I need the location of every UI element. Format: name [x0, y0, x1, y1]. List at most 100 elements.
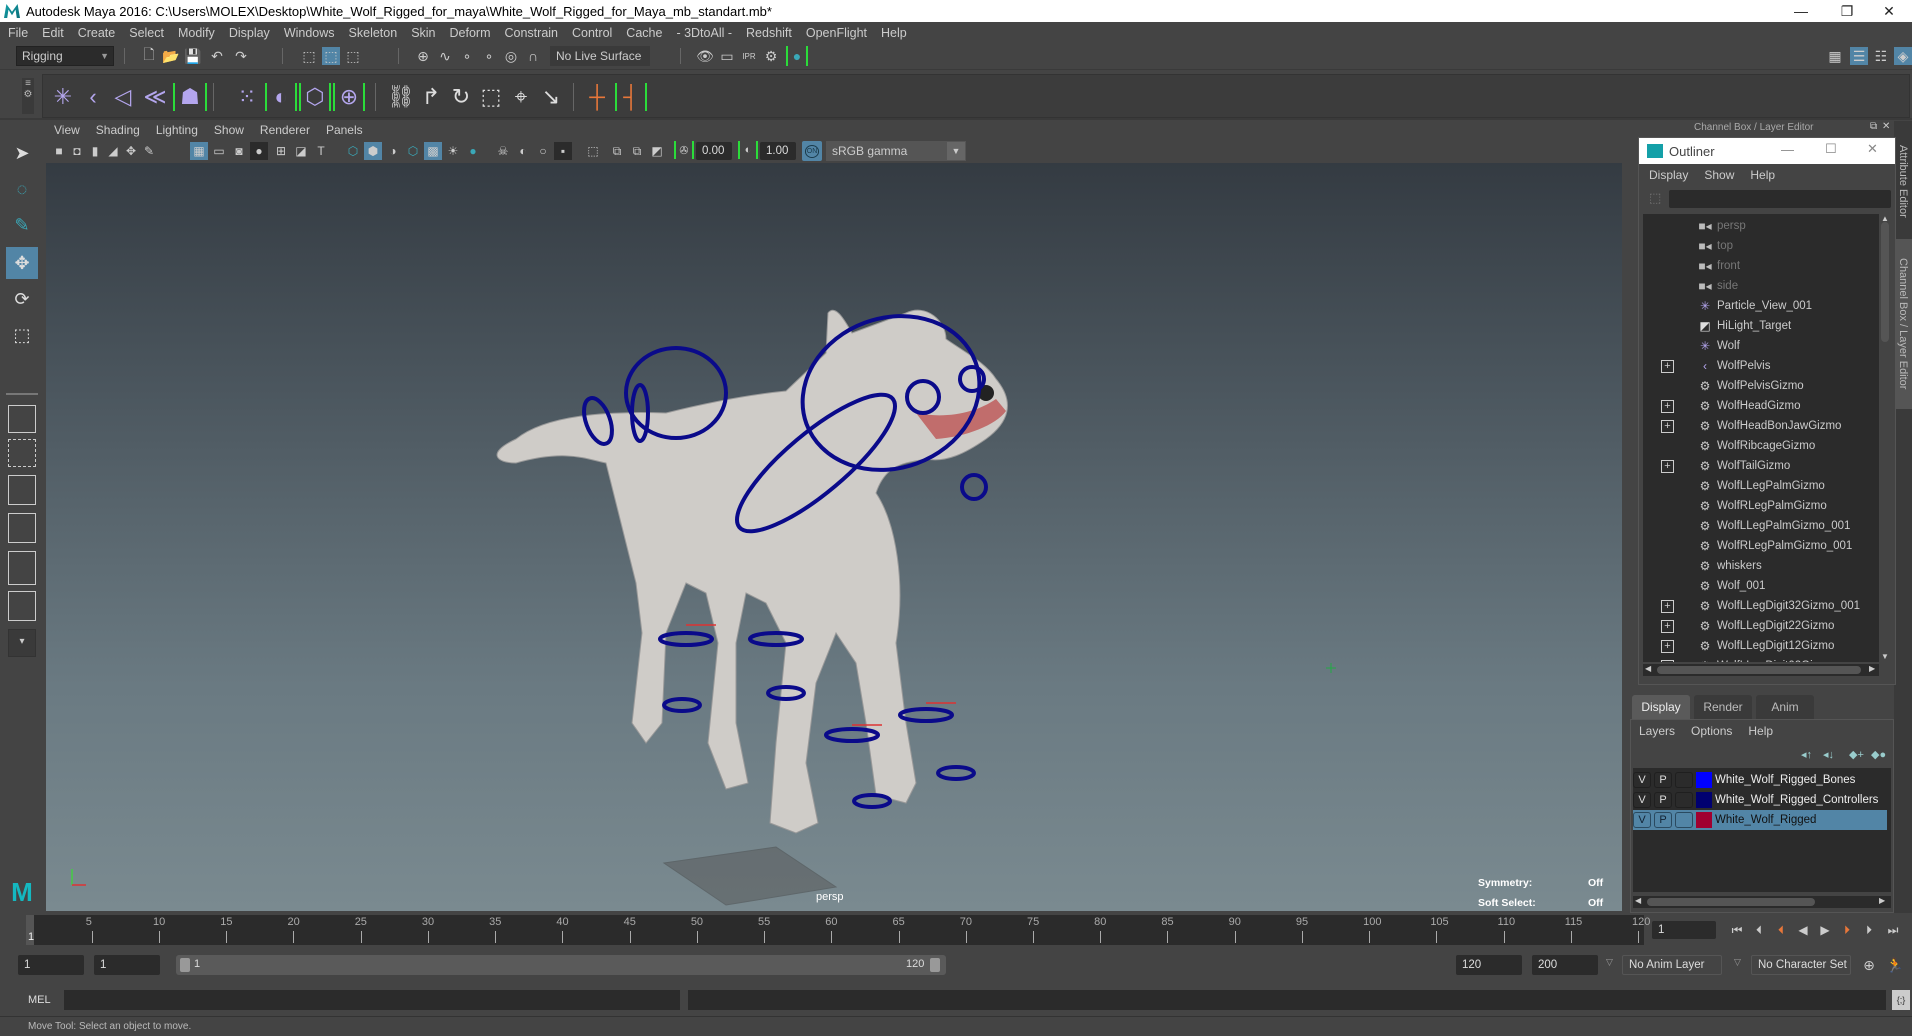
play-backwards-icon[interactable]: ◀ — [1794, 921, 1812, 939]
lattice-icon[interactable]: ⬡ — [299, 83, 331, 111]
exposure-field[interactable]: 0.00 — [696, 142, 732, 160]
layer-row[interactable]: V P White_Wolf_Rigged — [1633, 810, 1887, 830]
outliner-item[interactable]: ⚙ whiskers — [1643, 556, 1879, 576]
hud-icon[interactable]: ⧉ — [608, 142, 626, 160]
ik-spline-icon[interactable]: ◁ — [109, 83, 137, 111]
render-settings-icon[interactable]: ⚙ — [762, 47, 780, 65]
display-type-toggle[interactable] — [1675, 772, 1693, 788]
playback-toggle[interactable]: P — [1654, 812, 1672, 828]
range-slider-bar[interactable]: 1 120 — [176, 955, 946, 975]
current-frame-field[interactable]: 1 — [1652, 921, 1716, 939]
range-end-handle[interactable] — [930, 958, 940, 972]
paint-weights-icon[interactable]: ⁙ — [233, 83, 261, 111]
layer-row[interactable]: V P White_Wolf_Rigged_Controllers — [1633, 790, 1887, 810]
cluster-icon[interactable]: ⊕ — [333, 83, 365, 111]
smooth-shade-icon[interactable]: ⬢ — [364, 142, 382, 160]
film-gate-icon[interactable]: ▭ — [210, 142, 228, 160]
xray-active-icon[interactable]: ○ — [534, 142, 552, 160]
tab-anim[interactable]: Anim — [1756, 695, 1814, 719]
modeling-toolkit-icon[interactable]: ▦ — [1826, 47, 1844, 65]
snap-surface-icon[interactable]: ◎ — [502, 47, 520, 65]
layout-menu-icon[interactable]: ▾ — [8, 629, 36, 657]
menu-windows[interactable]: Windows — [284, 26, 335, 40]
outliner-item[interactable]: ⚙ WolfRLegPalmGizmo_001 — [1643, 536, 1879, 556]
outliner-item[interactable]: ◩ HiLight_Target — [1643, 316, 1879, 336]
hypershade-icon[interactable]: ● — [786, 46, 808, 66]
outliner-menu-show[interactable]: Show — [1704, 168, 1734, 182]
menu-3dtoall[interactable]: - 3DtoAll - — [676, 26, 732, 40]
persp-graph-layout-icon[interactable] — [8, 513, 36, 543]
range-start-handle[interactable] — [180, 958, 190, 972]
layer-color-swatch[interactable] — [1696, 772, 1712, 788]
new-layer-selected-icon[interactable]: ◆● — [1871, 748, 1886, 761]
outliner-item[interactable]: ⚙ WolfRLegPalmGizmo — [1643, 496, 1879, 516]
panel-menu-lighting[interactable]: Lighting — [156, 123, 198, 137]
menu-deform[interactable]: Deform — [450, 26, 491, 40]
play-forwards-icon[interactable]: ▶ — [1816, 921, 1834, 939]
expand-icon[interactable]: + — [1661, 619, 1674, 633]
snap-grid-icon[interactable]: ⊕ — [414, 47, 432, 65]
step-back-frame-icon[interactable]: ⏴ — [1750, 921, 1768, 939]
isolate-select-icon[interactable]: ⬚ — [584, 142, 602, 160]
scroll-right-icon[interactable]: ▶ — [1869, 664, 1875, 673]
time-ruler[interactable]: 1 5 10 15 20 25 30 35 40 45 50 55 60 65 70 75 80 85 90 95 1… — [26, 915, 1650, 945]
outliner-search-input[interactable] — [1669, 190, 1891, 208]
command-input[interactable] — [64, 990, 680, 1010]
panel-menu-view[interactable]: View — [54, 123, 80, 137]
outliner-item[interactable]: + ⚙ WolfHeadGizmo — [1643, 396, 1879, 416]
scroll-up-icon[interactable]: ▲ — [1881, 214, 1889, 223]
bind-skin-icon[interactable]: ◐ — [265, 83, 297, 111]
close-button[interactable]: ✕ — [1866, 0, 1912, 22]
anim-layer-chevron-icon[interactable]: ▽ — [1606, 957, 1613, 968]
ssao-icon[interactable]: ◩ — [648, 142, 666, 160]
visibility-toggle[interactable]: V — [1633, 792, 1651, 808]
menu-display[interactable]: Display — [229, 26, 270, 40]
go-to-start-icon[interactable]: ⏮ — [1728, 921, 1746, 939]
outliner-item[interactable]: + ⚙ WolfLLegDigit32Gizmo_001 — [1643, 596, 1879, 616]
outliner-item[interactable]: ⚙ WolfRibcageGizmo — [1643, 436, 1879, 456]
menu-create[interactable]: Create — [78, 26, 116, 40]
outliner-item[interactable]: ⚙ Wolf_001 — [1643, 576, 1879, 596]
bookmark-icon[interactable]: ▮ — [86, 142, 104, 160]
panel-menu-renderer[interactable]: Renderer — [260, 123, 310, 137]
use-lights-icon[interactable]: ☀ — [444, 142, 462, 160]
outliner-item[interactable]: ■◂ top — [1643, 236, 1879, 256]
outliner-item[interactable]: ✳ Wolf — [1643, 336, 1879, 356]
save-scene-icon[interactable]: 💾 — [184, 47, 202, 65]
outliner-item[interactable]: ■◂ front — [1643, 256, 1879, 276]
start-time-field[interactable]: 1 — [18, 955, 84, 975]
image-plane-icon[interactable]: ◢ — [104, 142, 122, 160]
outliner-item[interactable]: ⚙ WolfLLegPalmGizmo — [1643, 476, 1879, 496]
persp-outliner-layout-icon[interactable] — [8, 475, 36, 505]
menu-file[interactable]: File — [8, 26, 28, 40]
layer-editor-toggle-icon[interactable]: ◈ — [1894, 47, 1912, 65]
safe-action-icon[interactable]: ◪ — [292, 142, 310, 160]
end-time-field[interactable]: 200 — [1532, 955, 1598, 975]
panel-menu-panels[interactable]: Panels — [326, 123, 363, 137]
parent-constraint-icon[interactable]: ⛓ — [387, 83, 415, 111]
outliner-menu-display[interactable]: Display — [1649, 168, 1688, 182]
menu-cache[interactable]: Cache — [626, 26, 662, 40]
add-influence-icon[interactable]: ┼ — [583, 83, 611, 111]
persp-graph-outliner-layout-icon[interactable] — [8, 591, 36, 621]
close-panel-icon[interactable]: ✕ — [1882, 121, 1890, 132]
resolution-gate-icon[interactable]: ◙ — [230, 142, 248, 160]
render-view-icon[interactable]: 👁 — [696, 47, 714, 65]
paint-select-tool-icon[interactable]: ✎ — [8, 211, 36, 239]
xray-icon[interactable]: ☠ — [494, 142, 512, 160]
redo-icon[interactable]: ↷ — [232, 47, 250, 65]
menu-constrain[interactable]: Constrain — [505, 26, 559, 40]
outliner-item[interactable]: + ⚙ WolfLLegDigit02Gizmo — [1643, 656, 1879, 662]
go-to-end-icon[interactable]: ⏭ — [1884, 921, 1902, 939]
pole-vector-icon[interactable]: ↘ — [537, 83, 565, 111]
color-space-dropdown[interactable]: sRGB gamma ▼ — [826, 141, 966, 161]
script-editor-icon[interactable]: {;} — [1892, 990, 1910, 1010]
expand-icon[interactable]: + — [1661, 359, 1674, 373]
tab-display[interactable]: Display — [1632, 695, 1690, 719]
expand-icon[interactable]: + — [1661, 659, 1674, 662]
camera-select-icon[interactable]: ■ — [50, 142, 68, 160]
humanik-icon[interactable]: ☗ — [173, 83, 207, 111]
textured-icon[interactable]: ▩ — [424, 142, 442, 160]
anim-layer-dropdown[interactable]: No Anim Layer — [1622, 955, 1722, 975]
outliner-item[interactable]: ⚙ WolfPelvisGizmo — [1643, 376, 1879, 396]
